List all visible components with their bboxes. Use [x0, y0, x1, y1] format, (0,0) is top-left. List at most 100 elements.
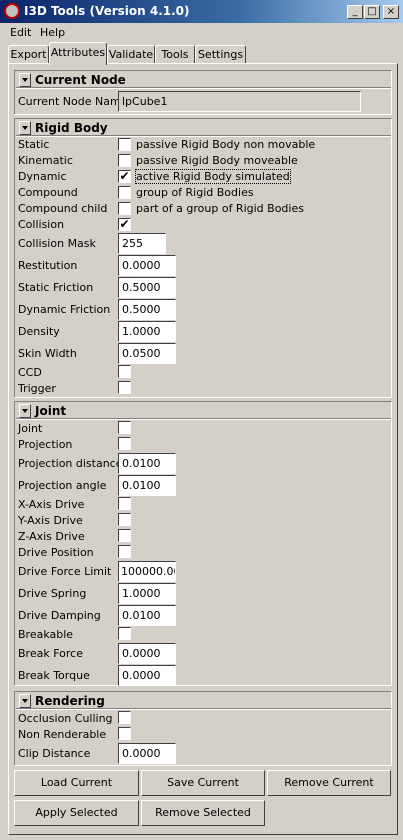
collision-mask-input[interactable]: 255	[118, 233, 166, 254]
divider	[16, 87, 391, 89]
current-node-name-field: lpCube1	[118, 91, 361, 112]
collapse-toggle-icon[interactable]	[19, 73, 31, 87]
kinematic-description: passive Rigid Body moveable	[136, 154, 298, 167]
drive-damping-label: Drive Damping	[18, 609, 101, 622]
collapse-toggle-icon[interactable]	[19, 694, 31, 708]
break-torque-input[interactable]: 0.0000	[118, 665, 176, 686]
save-current-button[interactable]: Save Current	[141, 770, 265, 796]
dynamic-description: active Rigid Body simulated	[135, 169, 291, 184]
kinematic-label: Kinematic	[18, 154, 73, 167]
breakable-label: Breakable	[18, 628, 74, 641]
compound-child-description: part of a group of Rigid Bodies	[136, 202, 304, 215]
dynamic-friction-label: Dynamic Friction	[18, 303, 111, 316]
joint-checkbox[interactable]	[118, 421, 131, 434]
remove-selected-button[interactable]: Remove Selected	[141, 800, 265, 826]
drive-position-checkbox[interactable]	[118, 545, 131, 558]
compound-child-checkbox[interactable]	[118, 202, 131, 215]
tab-attributes[interactable]: Attributes	[49, 42, 107, 65]
occlusion-culling-label: Occlusion Culling	[18, 712, 113, 725]
divider	[16, 418, 391, 420]
collision-mask-label: Collision Mask	[18, 237, 96, 250]
drive-force-limit-label: Drive Force Limit	[18, 565, 112, 578]
title-bar: I3D Tools (Version 4.1.0) _ □ ×	[0, 0, 403, 23]
x-axis-drive-checkbox[interactable]	[118, 497, 131, 510]
drive-spring-label: Drive Spring	[18, 587, 87, 600]
drive-position-label: Drive Position	[18, 546, 94, 559]
y-axis-drive-label: Y-Axis Drive	[18, 514, 83, 527]
drive-damping-input[interactable]: 0.0100	[118, 605, 176, 626]
ccd-label: CCD	[18, 366, 42, 379]
kinematic-checkbox[interactable]	[118, 154, 131, 167]
collision-label: Collision	[18, 218, 65, 231]
non-renderable-label: Non Renderable	[18, 728, 107, 741]
static-label: Static	[18, 138, 50, 151]
clip-distance-label: Clip Distance	[18, 747, 91, 760]
current-node-name-label: Current Node Name	[18, 95, 128, 108]
compound-child-label: Compound child	[18, 202, 108, 215]
trigger-checkbox[interactable]	[118, 381, 131, 394]
density-label: Density	[18, 325, 60, 338]
projection-label: Projection	[18, 438, 73, 451]
section-title: Current Node	[35, 73, 126, 87]
skin-width-input[interactable]: 0.0500	[118, 343, 176, 364]
skin-width-label: Skin Width	[18, 347, 77, 360]
section-title: Rigid Body	[35, 121, 108, 135]
menu-help[interactable]: Help	[40, 26, 65, 39]
dynamic-label: Dynamic	[18, 170, 67, 183]
joint-label: Joint	[18, 422, 43, 435]
z-axis-drive-label: Z-Axis Drive	[18, 530, 85, 543]
app-icon[interactable]	[4, 3, 20, 19]
projection-angle-label: Projection angle	[18, 479, 107, 492]
restitution-label: Restitution	[18, 259, 78, 272]
tab-export[interactable]: Export	[8, 45, 49, 64]
compound-label: Compound	[18, 186, 78, 199]
y-axis-drive-checkbox[interactable]	[118, 513, 131, 526]
break-force-label: Break Force	[18, 647, 83, 660]
compound-checkbox[interactable]	[118, 186, 131, 199]
occlusion-culling-checkbox[interactable]	[118, 711, 131, 724]
x-axis-drive-label: X-Axis Drive	[18, 498, 85, 511]
clip-distance-input[interactable]: 0.0000	[118, 743, 176, 764]
projection-angle-input[interactable]: 0.0100	[118, 475, 176, 496]
static-description: passive Rigid Body non movable	[136, 138, 316, 151]
tab-validate[interactable]: Validate	[107, 45, 155, 64]
static-friction-label: Static Friction	[18, 281, 94, 294]
close-button[interactable]: ×	[383, 5, 399, 19]
collapse-toggle-icon[interactable]	[19, 404, 31, 418]
ccd-checkbox[interactable]	[118, 365, 131, 378]
projection-checkbox[interactable]	[118, 437, 131, 450]
compound-description: group of Rigid Bodies	[136, 186, 254, 199]
remove-current-button[interactable]: Remove Current	[267, 770, 391, 796]
density-input[interactable]: 1.0000	[118, 321, 176, 342]
projection-distance-label: Projection distance	[18, 457, 123, 470]
minimize-button[interactable]: _	[347, 5, 363, 19]
window-title: I3D Tools (Version 4.1.0)	[24, 4, 190, 18]
drive-spring-input[interactable]: 1.0000	[118, 583, 176, 604]
apply-selected-button[interactable]: Apply Selected	[14, 800, 139, 826]
tab-tools[interactable]: Tools	[155, 45, 195, 64]
break-force-input[interactable]: 0.0000	[118, 643, 176, 664]
load-current-button[interactable]: Load Current	[14, 770, 139, 796]
dynamic-checkbox[interactable]: ✔	[118, 170, 131, 183]
projection-distance-input[interactable]: 0.0100	[118, 453, 176, 474]
section-title: Rendering	[35, 694, 105, 708]
divider	[16, 708, 391, 710]
breakable-checkbox[interactable]	[118, 627, 131, 640]
tab-settings[interactable]: Settings	[195, 45, 246, 64]
restitution-input[interactable]: 0.0000	[118, 255, 176, 276]
menu-edit[interactable]: Edit	[10, 26, 31, 39]
divider	[16, 135, 391, 137]
collapse-toggle-icon[interactable]	[19, 121, 31, 135]
maximize-button[interactable]: □	[364, 5, 380, 19]
section-title: Joint	[35, 404, 67, 418]
dynamic-friction-input[interactable]: 0.5000	[118, 299, 176, 320]
menu-bar: Edit Help	[0, 23, 403, 43]
static-checkbox[interactable]	[118, 138, 131, 151]
collision-checkbox[interactable]: ✔	[118, 218, 131, 231]
trigger-label: Trigger	[18, 382, 56, 395]
non-renderable-checkbox[interactable]	[118, 727, 131, 740]
break-torque-label: Break Torque	[18, 669, 90, 682]
static-friction-input[interactable]: 0.5000	[118, 277, 176, 298]
drive-force-limit-input[interactable]: 100000.00	[118, 561, 176, 582]
z-axis-drive-checkbox[interactable]	[118, 529, 131, 542]
